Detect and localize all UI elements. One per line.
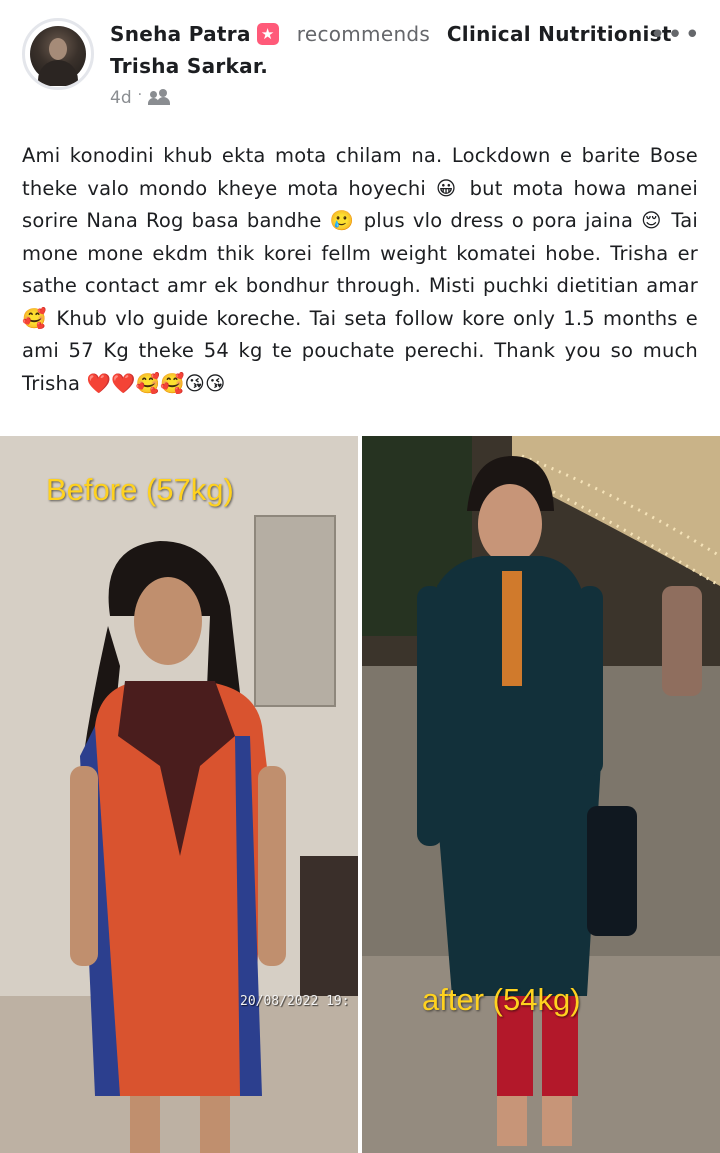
post-time[interactable]: 4d [110, 88, 132, 108]
author-name[interactable]: Sneha Patra [110, 22, 251, 46]
before-photo-scene [0, 436, 358, 1153]
author-line: Sneha Patra ★ recommends Clinical Nutritio… [110, 22, 672, 46]
avatar[interactable] [22, 18, 94, 90]
photo-comparison[interactable]: Before (57kg) after (54kg) [0, 436, 720, 1153]
recommends-text: recommends [296, 22, 431, 46]
avatar-body [38, 60, 78, 86]
post-body-text: Ami konodini khub ekta mota chilam na. L… [22, 144, 698, 395]
before-weight-caption: Before (57kg) [46, 472, 234, 507]
photo-timestamp: 20/08/2022 19: [240, 994, 350, 1009]
more-options-icon[interactable]: ••• [650, 20, 702, 50]
after-photo[interactable] [362, 436, 720, 1153]
recommended-page-name-cont[interactable]: Trisha Sarkar. [110, 54, 268, 78]
post-header: Sneha Patra ★ recommends Clinical Nutritio… [0, 0, 720, 120]
post-meta: 4d · [110, 87, 171, 108]
before-photo[interactable] [0, 436, 358, 1153]
recommended-page-name[interactable]: Clinical Nutritionist [447, 22, 672, 46]
rising-star-badge-icon: ★ [256, 23, 279, 45]
meta-separator: · [137, 87, 143, 103]
after-weight-caption: after (54kg) [422, 982, 581, 1017]
avatar-photo [30, 26, 86, 86]
friends-audience-icon[interactable] [148, 89, 171, 105]
avatar-face [49, 38, 67, 60]
after-photo-scene [362, 436, 720, 1153]
